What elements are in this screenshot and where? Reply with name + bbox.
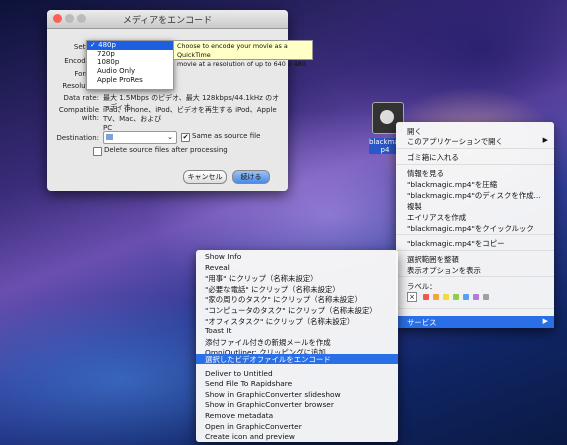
menu-item-compress[interactable]: "blackmagic.mp4"を圧縮 [407, 179, 497, 190]
label-green[interactable] [453, 294, 459, 300]
popup-item-label: 480p [98, 41, 116, 49]
popup-item-audio-only[interactable]: Audio Only [87, 67, 173, 76]
setting-popup-menu: ✓ 480p 720p 1080p Audio Only Apple ProRe… [86, 40, 174, 90]
menu-item-clean-up[interactable]: 選択範囲を整頓 [407, 254, 459, 265]
popup-item-480p[interactable]: ✓ 480p [87, 41, 173, 50]
menu-item-get-info[interactable]: 情報を見る [407, 168, 444, 179]
label-orange[interactable] [433, 294, 439, 300]
delete-source-label: Delete source files after processing [104, 146, 228, 154]
label-gray[interactable] [483, 294, 489, 300]
checkmark-icon: ✓ [90, 41, 96, 49]
context-menu: 開く このアプリケーションで開く ▶ ゴミ箱に入れる 情報を見る "blackm… [396, 122, 554, 328]
service-clip-errands[interactable]: "用事" にクリップ（名称未設定） [205, 273, 318, 284]
menu-item-view-options[interactable]: 表示オプションを表示 [407, 265, 481, 276]
label-heading: ラベル： [407, 282, 437, 291]
service-gc-slideshow[interactable]: Show in GraphicConverter slideshow [205, 390, 341, 399]
compatible-value: iPad、iPhone、iPod、ビデオを再生する iPod、Apple TV、… [103, 106, 285, 133]
cancel-button[interactable]: キャンセル [183, 170, 227, 184]
menu-item-copy[interactable]: "blackmagic.mp4"をコピー [407, 238, 504, 249]
delete-source-checkbox[interactable] [93, 147, 102, 156]
service-clip-calls[interactable]: "必要な電話" にクリップ（名称未設定） [205, 284, 340, 295]
service-encode-video-label: 選択したビデオファイルをエンコード [205, 355, 331, 364]
menu-item-alias[interactable]: エイリアスを作成 [407, 212, 466, 223]
service-show-info[interactable]: Show Info [205, 252, 241, 261]
service-deliver[interactable]: Deliver to Untitled [205, 369, 273, 378]
same-as-source-label: Same as source file [192, 132, 261, 140]
tooltip-line2: movie at a resolution of up to 640 x 480… [177, 60, 308, 68]
same-as-source-checkbox[interactable]: ✔ [181, 133, 190, 142]
service-clip-office[interactable]: "オフィスタスク" にクリップ（名称未設定） [205, 316, 354, 327]
setting-tooltip: Choose to encode your movie as a QuickTi… [173, 40, 313, 68]
menu-divider [396, 250, 554, 251]
service-gc-browser[interactable]: Show in GraphicConverter browser [205, 400, 334, 409]
menu-divider [396, 276, 554, 277]
title-bar: メディアをエンコード [47, 10, 288, 29]
menu-item-quicklook[interactable]: "blackmagic.mp4"をクイックルック [407, 223, 534, 234]
service-reveal[interactable]: Reveal [205, 263, 230, 272]
destination-label: Destination: [56, 134, 99, 142]
tooltip-line1: Choose to encode your movie as a QuickTi… [177, 42, 288, 59]
data-rate-label: Data rate: [63, 94, 99, 102]
label-none-icon[interactable]: × [407, 292, 417, 302]
service-remove-metadata[interactable]: Remove metadata [205, 411, 273, 420]
label-blue[interactable] [463, 294, 469, 300]
menu-item-trash[interactable]: ゴミ箱に入れる [407, 152, 459, 163]
menu-item-services[interactable]: サービス ▶ [396, 316, 554, 328]
chevron-down-icon: ⌄ [167, 133, 173, 141]
menu-item-open-with[interactable]: このアプリケーションで開く [407, 136, 503, 147]
folder-icon [106, 134, 113, 140]
video-icon [380, 110, 394, 124]
submenu-arrow-icon: ▶ [542, 317, 548, 325]
label-purple[interactable] [473, 294, 479, 300]
menu-divider [396, 164, 554, 165]
services-submenu: Show Info Reveal "用事" にクリップ（名称未設定） "必要な電… [196, 250, 398, 442]
popup-item-1080p[interactable]: 1080p [87, 58, 173, 67]
service-clip-computer[interactable]: "コンピュータのタスク" にクリップ（名称未設定） [205, 305, 377, 316]
service-rapidshare[interactable]: Send File To Rapidshare [205, 379, 292, 388]
popup-item-720p[interactable]: 720p [87, 50, 173, 59]
window-title: メディアをエンコード [122, 16, 213, 26]
continue-button[interactable]: 続ける [232, 170, 270, 184]
menu-divider [396, 234, 554, 235]
label-yellow[interactable] [443, 294, 449, 300]
service-open-gc[interactable]: Open in GraphicConverter [205, 422, 302, 431]
encode-window: メディアをエンコード Setting Encode fo Format Reso… [47, 10, 288, 191]
service-new-mail[interactable]: 添付ファイル付きの新規メールを作成 [205, 337, 331, 348]
destination-select[interactable]: ⌄ [103, 131, 177, 144]
service-toast-it[interactable]: Toast It [205, 326, 231, 335]
label-red[interactable] [423, 294, 429, 300]
service-create-icon[interactable]: Create icon and preview [205, 432, 295, 441]
menu-item-duplicate[interactable]: 複製 [407, 201, 422, 212]
compatible-label: Compatible with: [58, 106, 99, 122]
menu-divider [396, 308, 554, 309]
service-clip-home[interactable]: "家の周りのタスク" にクリップ（名称未設定） [205, 294, 362, 305]
menu-item-services-label: サービス [407, 318, 437, 327]
menu-item-burn[interactable]: "blackmagic.mp4"のディスクを作成... [407, 190, 541, 201]
compatible-line1: iPad、iPhone、iPod、ビデオを再生する iPod、Apple TV、… [103, 106, 277, 123]
service-encode-video[interactable]: 選択したビデオファイルをエンコード [196, 354, 398, 364]
menu-divider [396, 148, 554, 149]
submenu-arrow-icon: ▶ [542, 136, 548, 144]
popup-item-apple-prores[interactable]: Apple ProRes [87, 76, 173, 85]
